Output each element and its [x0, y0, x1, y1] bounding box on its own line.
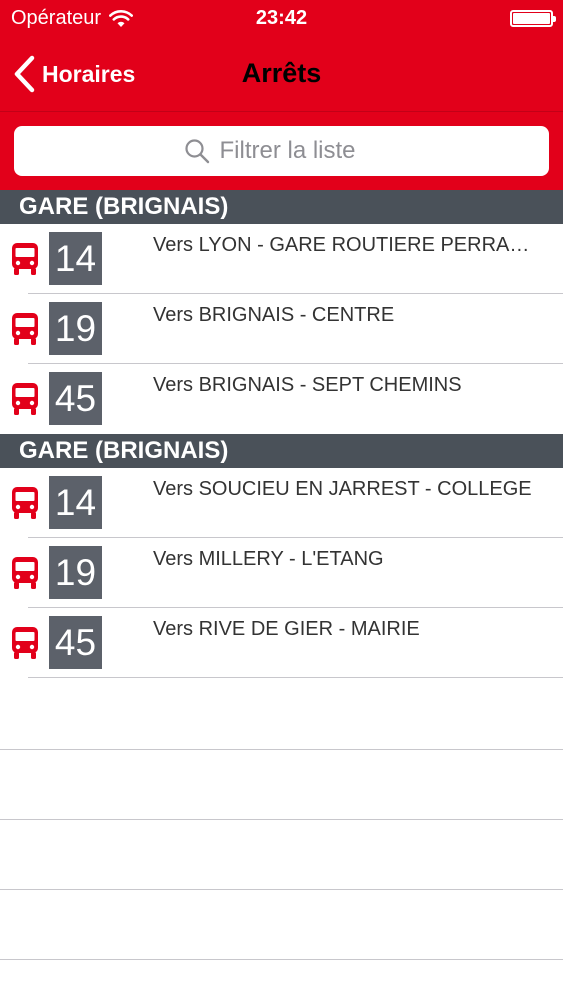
- battery-tip: [553, 16, 556, 22]
- list-item[interactable]: 45 Vers RIVE DE GIER - MAIRIE: [0, 608, 563, 678]
- list-item[interactable]: 14 Vers SOUCIEU EN JARREST - COLLEGE: [0, 468, 563, 538]
- search-bar[interactable]: [14, 126, 549, 176]
- direction-label: Vers SOUCIEU EN JARREST - COLLEGE: [153, 478, 532, 500]
- direction-label: Vers MILLERY - L'ETANG: [153, 548, 384, 570]
- bus-icon: [12, 383, 38, 415]
- navigation-bar: Horaires Arrêts: [0, 38, 563, 112]
- section-header: GARE (BRIGNAIS): [0, 434, 563, 468]
- line-number-badge: 19: [49, 546, 102, 599]
- direction-label: Vers BRIGNAIS - CENTRE: [153, 304, 395, 326]
- status-bar: Opérateur 23:42: [0, 0, 563, 38]
- empty-row-divider: [0, 959, 563, 960]
- direction-label: Vers LYON - GARE ROUTIERE PERRACHE: [153, 234, 533, 256]
- search-input[interactable]: [219, 137, 380, 165]
- bus-icon: [12, 313, 38, 345]
- list-item[interactable]: 14 Vers LYON - GARE ROUTIERE PERRACHE: [0, 224, 563, 294]
- bus-icon: [12, 627, 38, 659]
- empty-row-divider: [0, 889, 563, 890]
- empty-row-divider: [0, 749, 563, 750]
- line-number-badge: 45: [49, 616, 102, 669]
- search-icon: [184, 139, 209, 164]
- row-divider: [28, 677, 563, 678]
- direction-label: Vers RIVE DE GIER - MAIRIE: [153, 618, 420, 640]
- app-header: Opérateur 23:42 Horaires Arrêts: [0, 0, 563, 190]
- battery-icon: [510, 10, 556, 27]
- clock: 23:42: [255, 7, 308, 29]
- empty-row-divider: [0, 819, 563, 820]
- list-item[interactable]: 45 Vers BRIGNAIS - SEPT CHEMINS: [0, 364, 563, 434]
- bus-icon: [12, 557, 38, 589]
- line-number-badge: 19: [49, 302, 102, 355]
- battery-fill: [513, 13, 550, 24]
- bus-icon: [12, 487, 38, 519]
- list-item[interactable]: 19 Vers MILLERY - L'ETANG: [0, 538, 563, 608]
- direction-label: Vers BRIGNAIS - SEPT CHEMINS: [153, 374, 462, 396]
- line-number-badge: 14: [49, 232, 102, 285]
- line-number-badge: 14: [49, 476, 102, 529]
- section-header: GARE (BRIGNAIS): [0, 190, 563, 224]
- bus-icon: [12, 243, 38, 275]
- line-number-badge: 45: [49, 372, 102, 425]
- list-item[interactable]: 19 Vers BRIGNAIS - CENTRE: [0, 294, 563, 364]
- page-title: Arrêts: [241, 58, 322, 88]
